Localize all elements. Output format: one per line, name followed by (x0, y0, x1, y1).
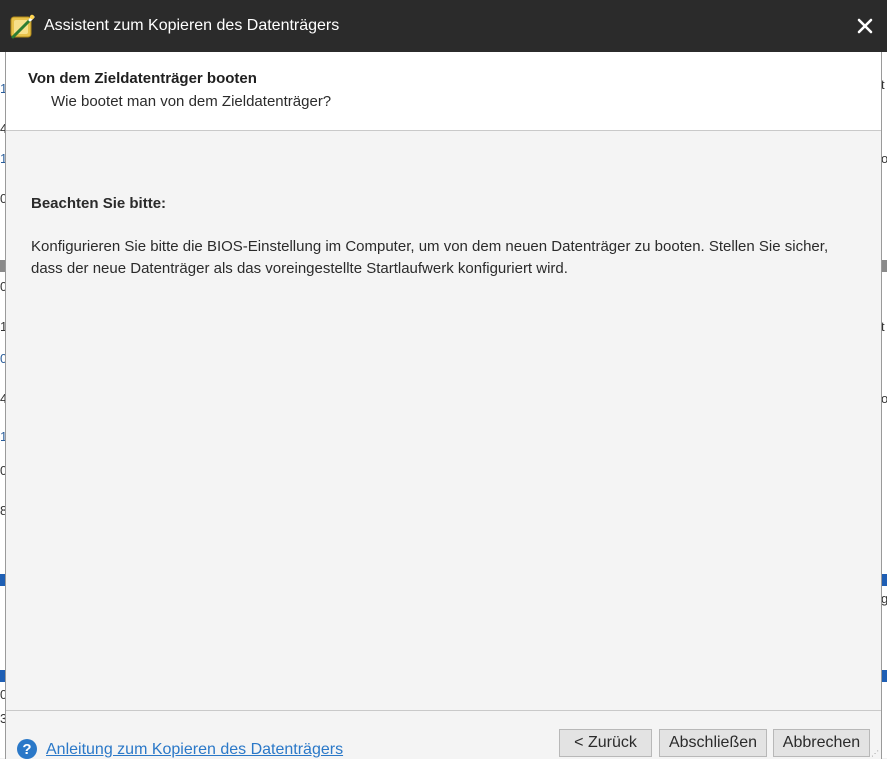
help-tutorial-link[interactable]: Anleitung zum Kopieren des Datenträgers (46, 741, 343, 759)
note-body: Konfigurieren Sie bitte die BIOS-Einstel… (31, 238, 829, 277)
background-right-strip: t o t o g (881, 52, 887, 758)
background-glyph: o (881, 391, 887, 406)
background-bar (881, 670, 887, 682)
back-button[interactable]: < Zurück (559, 729, 652, 757)
background-bar (881, 260, 887, 272)
wizard-header: Von dem Zieldatenträger booten Wie boote… (6, 52, 881, 131)
close-icon (857, 18, 873, 34)
note-heading: Beachten Sie bitte: (31, 195, 167, 212)
step-title: Von dem Zieldatenträger booten (28, 70, 257, 87)
cancel-button[interactable]: Abbrechen (773, 729, 870, 757)
background-glyph: g (881, 591, 887, 606)
resize-grip-icon[interactable]: ⋰ (871, 749, 879, 758)
wizard-footer: ? Anleitung zum Kopieren des Datenträger… (6, 710, 881, 759)
background-bar (881, 574, 887, 586)
help-icon[interactable]: ? (17, 739, 37, 759)
window-title: Assistent zum Kopieren des Datenträgers (44, 17, 340, 34)
copy-disk-wizard-dialog: Assistent zum Kopieren des Datenträgers … (0, 0, 887, 759)
background-glyph: o (881, 151, 887, 166)
wizard-wand-icon (10, 14, 36, 40)
step-subtitle: Wie bootet man von dem Zieldatenträger? (51, 93, 332, 110)
finish-button[interactable]: Abschließen (659, 729, 767, 757)
background-glyph: t (881, 319, 885, 334)
background-glyph: t (881, 77, 885, 92)
title-bar[interactable]: Assistent zum Kopieren des Datenträgers (0, 0, 887, 52)
wizard-content: Beachten Sie bitte: Konfigurieren Sie bi… (6, 131, 881, 710)
close-button[interactable] (851, 12, 879, 40)
